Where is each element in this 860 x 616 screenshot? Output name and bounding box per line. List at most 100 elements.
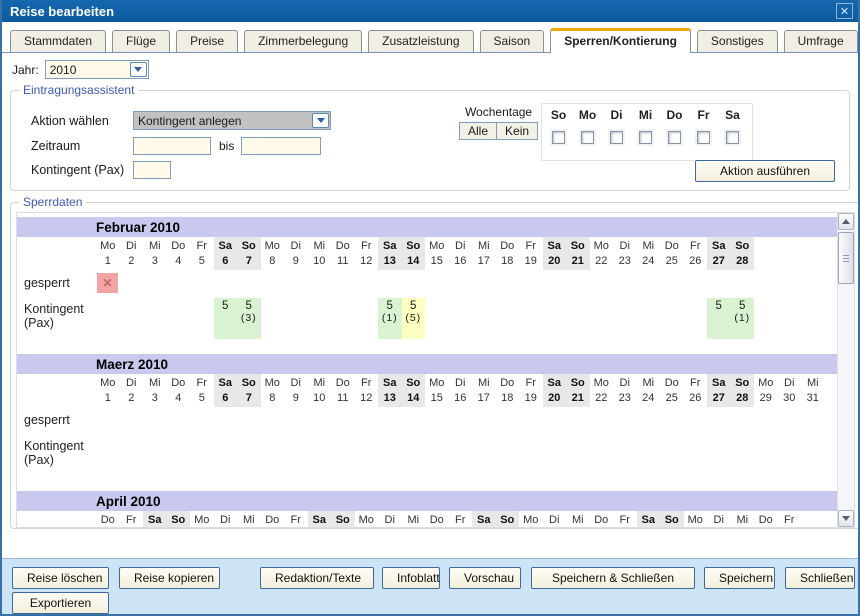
kontingent-cell[interactable] xyxy=(566,298,590,339)
kontingent-cell[interactable] xyxy=(519,298,543,339)
gesperrt-cell[interactable] xyxy=(754,409,778,435)
kontingent-cell[interactable] xyxy=(754,435,778,476)
kontingent-cell[interactable] xyxy=(801,435,825,476)
gesperrt-cell[interactable] xyxy=(331,272,355,298)
gesperrt-cell[interactable] xyxy=(449,272,473,298)
gesperrt-cell[interactable] xyxy=(378,272,402,298)
kontingent-cell[interactable] xyxy=(120,435,144,476)
kontingent-cell[interactable] xyxy=(472,298,496,339)
tab-stammdaten[interactable]: Stammdaten xyxy=(10,30,106,52)
gesperrt-cell[interactable] xyxy=(167,272,191,298)
scrollbar-thumb[interactable] xyxy=(838,232,854,284)
kontingent-cell[interactable] xyxy=(402,435,426,476)
gesperrt-cell[interactable] xyxy=(566,272,590,298)
gesperrt-cell[interactable] xyxy=(261,409,285,435)
kontingent-cell[interactable] xyxy=(566,435,590,476)
kontingent-cell[interactable] xyxy=(190,435,214,476)
year-select[interactable]: 2010 xyxy=(45,60,149,79)
vertical-scrollbar[interactable] xyxy=(837,213,854,527)
scrollbar-track[interactable] xyxy=(838,230,854,510)
gesperrt-cell[interactable] xyxy=(496,272,520,298)
gesperrt-cell[interactable] xyxy=(378,409,402,435)
kontingent-cell[interactable]: 5(5) xyxy=(402,298,426,339)
gesperrt-cell[interactable] xyxy=(237,272,261,298)
weekday-checkbox-do[interactable] xyxy=(668,131,681,144)
gesperrt-cell[interactable] xyxy=(472,409,496,435)
schlie-en-button[interactable]: Schließen xyxy=(785,567,855,589)
kontingent-cell[interactable] xyxy=(355,435,379,476)
gesperrt-cell[interactable] xyxy=(308,272,332,298)
gesperrt-cell[interactable] xyxy=(190,272,214,298)
kontingent-cell[interactable] xyxy=(425,435,449,476)
kontingent-cell[interactable] xyxy=(331,298,355,339)
gesperrt-cell[interactable] xyxy=(402,409,426,435)
weekday-checkbox-mo[interactable] xyxy=(581,131,594,144)
gesperrt-cell[interactable] xyxy=(190,409,214,435)
kontingent-cell[interactable] xyxy=(543,298,567,339)
gesperrt-cell[interactable] xyxy=(613,409,637,435)
gesperrt-cell[interactable] xyxy=(637,409,661,435)
kontingent-cell[interactable] xyxy=(190,298,214,339)
gesperrt-cell[interactable] xyxy=(120,272,144,298)
gesperrt-cell[interactable] xyxy=(566,409,590,435)
tab-preise[interactable]: Preise xyxy=(176,30,238,52)
gesperrt-cell[interactable] xyxy=(707,409,731,435)
gesperrt-cell[interactable] xyxy=(660,272,684,298)
gesperrt-cell[interactable] xyxy=(214,409,238,435)
gesperrt-cell[interactable]: ✕ xyxy=(96,272,120,298)
chevron-down-icon[interactable] xyxy=(130,62,147,77)
gesperrt-cell[interactable] xyxy=(613,272,637,298)
gesperrt-cell[interactable] xyxy=(684,272,708,298)
kontingent-cell[interactable] xyxy=(543,435,567,476)
kontingent-cell[interactable] xyxy=(143,298,167,339)
kontingent-cell[interactable] xyxy=(96,298,120,339)
kontingent-cell[interactable] xyxy=(284,298,308,339)
kontingent-cell[interactable]: 5 xyxy=(707,298,731,339)
weekday-checkbox-fr[interactable] xyxy=(697,131,710,144)
tab-sperren-kontierung[interactable]: Sperren/Kontierung xyxy=(550,28,691,53)
kontingent-cell[interactable] xyxy=(778,435,802,476)
kontingent-cell[interactable] xyxy=(167,298,191,339)
aktion-ausfuehren-button[interactable]: Aktion ausführen xyxy=(695,160,835,182)
tab-sonstiges[interactable]: Sonstiges xyxy=(697,30,778,52)
gesperrt-cell[interactable] xyxy=(284,409,308,435)
kontingent-cell[interactable] xyxy=(496,298,520,339)
tab-fl-ge[interactable]: Flüge xyxy=(112,30,170,52)
gesperrt-cell[interactable] xyxy=(707,272,731,298)
gesperrt-cell[interactable] xyxy=(637,272,661,298)
tab-saison[interactable]: Saison xyxy=(480,30,545,52)
tab-umfrage[interactable]: Umfrage xyxy=(784,30,858,52)
weekday-checkbox-di[interactable] xyxy=(610,131,623,144)
gesperrt-cell[interactable] xyxy=(355,272,379,298)
kontingent-cell[interactable] xyxy=(120,298,144,339)
gesperrt-cell[interactable] xyxy=(543,272,567,298)
gesperrt-cell[interactable] xyxy=(472,272,496,298)
kontingent-cell[interactable] xyxy=(472,435,496,476)
kontingent-cell[interactable] xyxy=(308,435,332,476)
kontingent-cell[interactable] xyxy=(613,435,637,476)
vorschau-button[interactable]: Vorschau xyxy=(449,567,521,589)
speichern-button[interactable]: Speichern xyxy=(704,567,775,589)
exportieren-button[interactable]: Exportieren xyxy=(12,592,109,614)
gesperrt-cell[interactable] xyxy=(308,409,332,435)
reise-l-schen-button[interactable]: Reise löschen xyxy=(12,567,109,589)
kontingent-cell[interactable] xyxy=(660,435,684,476)
weekday-checkbox-sa[interactable] xyxy=(726,131,739,144)
gesperrt-cell[interactable] xyxy=(778,409,802,435)
gesperrt-cell[interactable] xyxy=(143,409,167,435)
gesperrt-cell[interactable] xyxy=(143,272,167,298)
kontingent-cell[interactable] xyxy=(214,435,238,476)
kontingent-cell[interactable] xyxy=(590,298,614,339)
kontingent-cell[interactable]: 5(1) xyxy=(731,298,755,339)
action-select[interactable]: Kontingent anlegen xyxy=(133,111,331,130)
gesperrt-cell[interactable] xyxy=(261,272,285,298)
speichern-schlie-en-button[interactable]: Speichern & Schließen xyxy=(531,567,695,589)
kontingent-cell[interactable] xyxy=(378,435,402,476)
kontingent-cell[interactable] xyxy=(731,435,755,476)
gesperrt-cell[interactable] xyxy=(120,409,144,435)
gesperrt-cell[interactable] xyxy=(519,409,543,435)
gesperrt-cell[interactable] xyxy=(96,409,120,435)
kontingent-cell[interactable] xyxy=(143,435,167,476)
gesperrt-cell[interactable] xyxy=(355,409,379,435)
kontingent-cell[interactable] xyxy=(331,435,355,476)
